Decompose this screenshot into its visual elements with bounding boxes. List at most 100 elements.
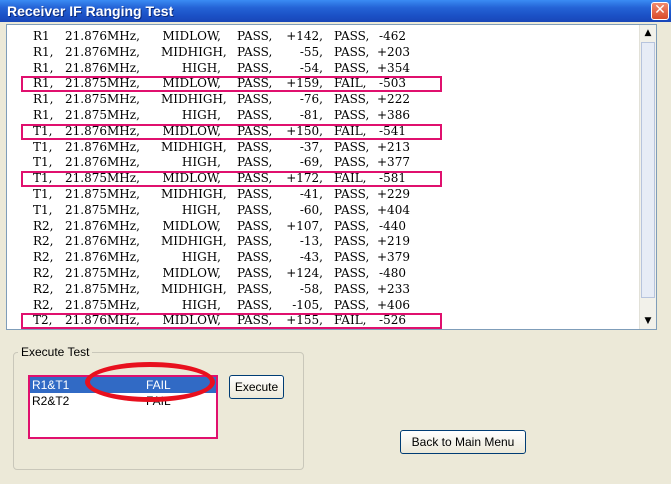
log-value-1: -58,: [299, 281, 323, 296]
log-level: MIDHIGH,: [161, 44, 227, 59]
log-frequency: 21.876MHz,: [65, 234, 140, 249]
log-level: MIDLOW,: [162, 123, 221, 138]
log-value-2: +379: [377, 250, 410, 265]
log-value-2: -503: [379, 76, 406, 91]
log-value-2: +233: [377, 281, 410, 296]
log-id: R1: [33, 29, 50, 43]
window-title: Receiver IF Ranging Test: [7, 3, 174, 19]
log-value-1: +150,: [286, 123, 323, 138]
log-result-1: PASS,: [237, 250, 273, 265]
log-value-1: -76,: [299, 92, 323, 107]
log-result-1: PASS,: [237, 29, 273, 43]
log-value-1: +107,: [286, 218, 323, 233]
log-value-2: +203: [377, 44, 410, 59]
log-row: T1, 21.876MHz, MIDLOW, PASS, +150, FAIL, -541: [7, 123, 656, 140]
log-value-1: -37,: [299, 139, 323, 154]
log-id: T1,: [33, 186, 53, 201]
list-item-r1t1[interactable]: R1&T1 FAIL: [30, 377, 216, 393]
log-result-1: PASS,: [237, 281, 273, 296]
log-value-2: +354: [377, 60, 410, 75]
log-value-2: +377: [377, 155, 410, 170]
log-frequency: 21.876MHz,: [65, 60, 140, 75]
execute-button[interactable]: Execute: [229, 375, 284, 399]
log-result-1: PASS,: [237, 313, 273, 328]
log-value-1: -41,: [299, 186, 323, 201]
log-value-2: -462: [379, 29, 406, 43]
log-result-2: FAIL,: [334, 76, 367, 91]
log-value-1: +142,: [286, 29, 323, 43]
log-id: T2,: [33, 329, 52, 330]
scroll-thumb[interactable]: [641, 42, 655, 298]
log-value-2: +229: [377, 186, 410, 201]
log-result-2: PASS,: [334, 107, 370, 122]
log-id: R1,: [33, 76, 54, 91]
pair-status: FAIL: [146, 378, 171, 392]
log-frequency: 21.875MHz,: [65, 265, 140, 280]
test-pair-listbox[interactable]: R1&T1 FAIL R2&T2 FAIL: [28, 375, 218, 439]
log-level: MIDLOW,: [162, 218, 221, 233]
log-id: T1,: [33, 171, 53, 186]
log-frequency: 21.875MHz,: [65, 76, 140, 91]
log-level: MIDLOW,: [162, 171, 221, 186]
log-level: HIGH,: [181, 202, 221, 217]
title-bar: Receiver IF Ranging Test ✕: [0, 0, 671, 22]
log-value-2: +404: [377, 202, 410, 217]
log-result-1: PASS,: [237, 107, 273, 122]
log-frequency: 21.876MHz,: [65, 250, 140, 265]
log-frequency: 21.876MHz,: [65, 29, 140, 43]
log-level: MIDHIGH,: [161, 186, 227, 201]
log-frequency: 21.875MHz,: [65, 92, 140, 107]
log-result-1: PASS,: [237, 329, 272, 330]
log-id: R2,: [33, 234, 54, 249]
scroll-up-icon[interactable]: ▲: [640, 25, 656, 41]
log-value-1: -69,: [299, 155, 323, 170]
log-result-1: PASS,: [237, 171, 273, 186]
log-level: MIDLOW,: [162, 313, 221, 328]
log-value-2: -480: [379, 265, 406, 280]
log-value-1: -43,: [299, 250, 323, 265]
log-row: R1, 21.875MHz, MIDHIGH, PASS, -76, PASS, +222: [7, 92, 656, 108]
log-value-2: -440: [379, 218, 406, 233]
list-item-r2t2[interactable]: R2&T2 FAIL: [30, 393, 216, 409]
close-button[interactable]: ✕: [651, 2, 669, 20]
log-value-2: -581: [379, 171, 406, 186]
log-result-2: PASS,: [334, 92, 370, 107]
log-id: R2,: [33, 250, 54, 265]
log-result-1: PASS,: [237, 139, 273, 154]
log-result-2: PASS,: [334, 234, 370, 249]
log-row: R2, 21.875MHz, HIGH, PASS, -105, PASS, +406: [7, 298, 656, 314]
log-level: MIDHIGH,: [161, 234, 227, 249]
log-frequency: 21.876MHz,: [65, 44, 140, 59]
log-value-1: +124,: [286, 265, 323, 280]
log-result-1: PASS,: [237, 265, 273, 280]
log-level: MIDHIGH,: [161, 281, 227, 296]
log-result-1: PASS,: [237, 218, 273, 233]
log-frequency: 21.876MHz,: [65, 139, 140, 154]
log-result-2: PASS,: [334, 202, 370, 217]
log-frequency: 21.876MHz,: [65, 123, 140, 138]
back-to-main-menu-button[interactable]: Back to Main Menu: [400, 430, 526, 454]
log-value-1: -81,: [299, 107, 323, 122]
scrollbar[interactable]: ▲ ▼: [639, 25, 656, 329]
log-result-1: PASS,: [237, 297, 273, 312]
log-level: HIGH,: [181, 60, 221, 75]
log-row: T1, 21.875MHz, HIGH, PASS, -60, PASS, +404: [7, 203, 656, 219]
log-row: R2, 21.875MHz, MIDHIGH, PASS, -58, PASS, +233: [7, 282, 656, 298]
scroll-down-icon[interactable]: ▼: [640, 313, 656, 329]
log-level: HIGH,: [181, 297, 221, 312]
log-result-2: PASS,: [334, 139, 370, 154]
log-value-1: +159,: [286, 76, 323, 91]
log-row: T1, 21.876MHz, MIDHIGH, PASS, -37, PASS, +213: [7, 140, 656, 156]
pair-status: FAIL: [146, 394, 171, 408]
log-frequency: 21.875MHz,: [65, 171, 140, 186]
log-value-1: +155,: [286, 313, 323, 328]
log-frequency: 21.876MHz,: [65, 155, 140, 170]
log-value-2: +219: [377, 234, 410, 249]
log-result-2: PASS,: [334, 250, 370, 265]
log-value-1: -13,: [299, 234, 323, 249]
pair-name: R2&T2: [32, 394, 70, 408]
log-id: T1,: [33, 139, 53, 154]
log-frequency: 21.875MHz,: [65, 186, 140, 201]
log-id: T1,: [33, 155, 53, 170]
log-list[interactable]: R1 21.876MHz, MIDLOW, PASS, +142, PASS, -462 R1…: [6, 24, 657, 330]
